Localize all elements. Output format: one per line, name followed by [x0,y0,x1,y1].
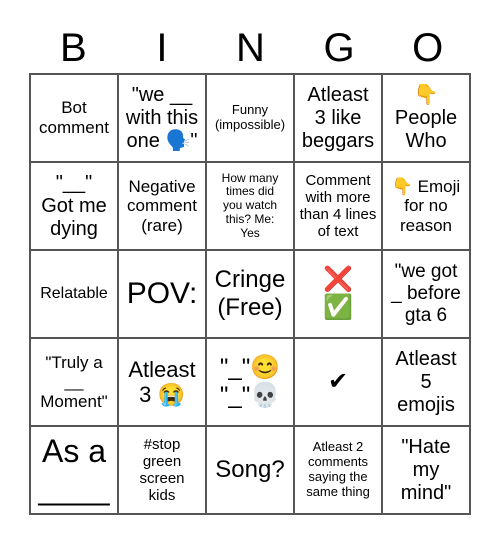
bingo-cell[interactable]: 👇 Emoji for no reason [382,162,470,250]
bingo-cell[interactable]: #stop green screen kids [118,426,206,514]
bingo-cell[interactable]: "_"😊 "_"💀 [206,338,294,426]
header-letter-i: I [156,26,168,70]
header-letter-o: O [412,26,444,70]
bingo-cell[interactable]: "Hate my mind" [382,426,470,514]
bingo-cell[interactable]: Funny (impossible) [206,74,294,162]
bingo-cell[interactable]: Atleast 3 😭 [118,338,206,426]
bingo-cell[interactable]: Song? [206,426,294,514]
bingo-cell[interactable]: "__" Got me dying [30,162,118,250]
bingo-cell[interactable]: Comment with more than 4 lines of text [294,162,382,250]
bingo-cell[interactable]: 👇 People Who [382,74,470,162]
bingo-cell[interactable]: "we __ with this one 🗣️" [118,74,206,162]
header-letter-b: B [59,26,87,70]
bingo-cell[interactable]: Atleast 5 emojis [382,338,470,426]
header-letter-g: G [323,26,355,70]
bingo-cell[interactable]: Cringe (Free) [206,250,294,338]
bingo-cell[interactable]: Atleast 3 like beggars [294,74,382,162]
bingo-cell[interactable]: Bot comment [30,74,118,162]
header-letter-n: N [236,26,265,70]
bingo-cell[interactable]: Relatable [30,250,118,338]
bingo-cell[interactable]: POV: [118,250,206,338]
bingo-grid: Bot comment "we __ with this one 🗣️" Fun… [29,73,471,515]
bingo-cell[interactable]: How many times did you watch this? Me: Y… [206,162,294,250]
bingo-cell[interactable]: As a ____ [30,426,118,514]
bingo-cell[interactable]: "Truly a __ Moment" [30,338,118,426]
bingo-cell[interactable]: Negative comment (rare) [118,162,206,250]
bingo-cell[interactable]: ❌ ✅ [294,250,382,338]
bingo-header: B I N G O [29,24,472,72]
bingo-cell[interactable]: Atleast 2 comments saying the same thing [294,426,382,514]
bingo-cell[interactable]: ✔ [294,338,382,426]
bingo-cell[interactable]: "we got _ before gta 6 [382,250,470,338]
